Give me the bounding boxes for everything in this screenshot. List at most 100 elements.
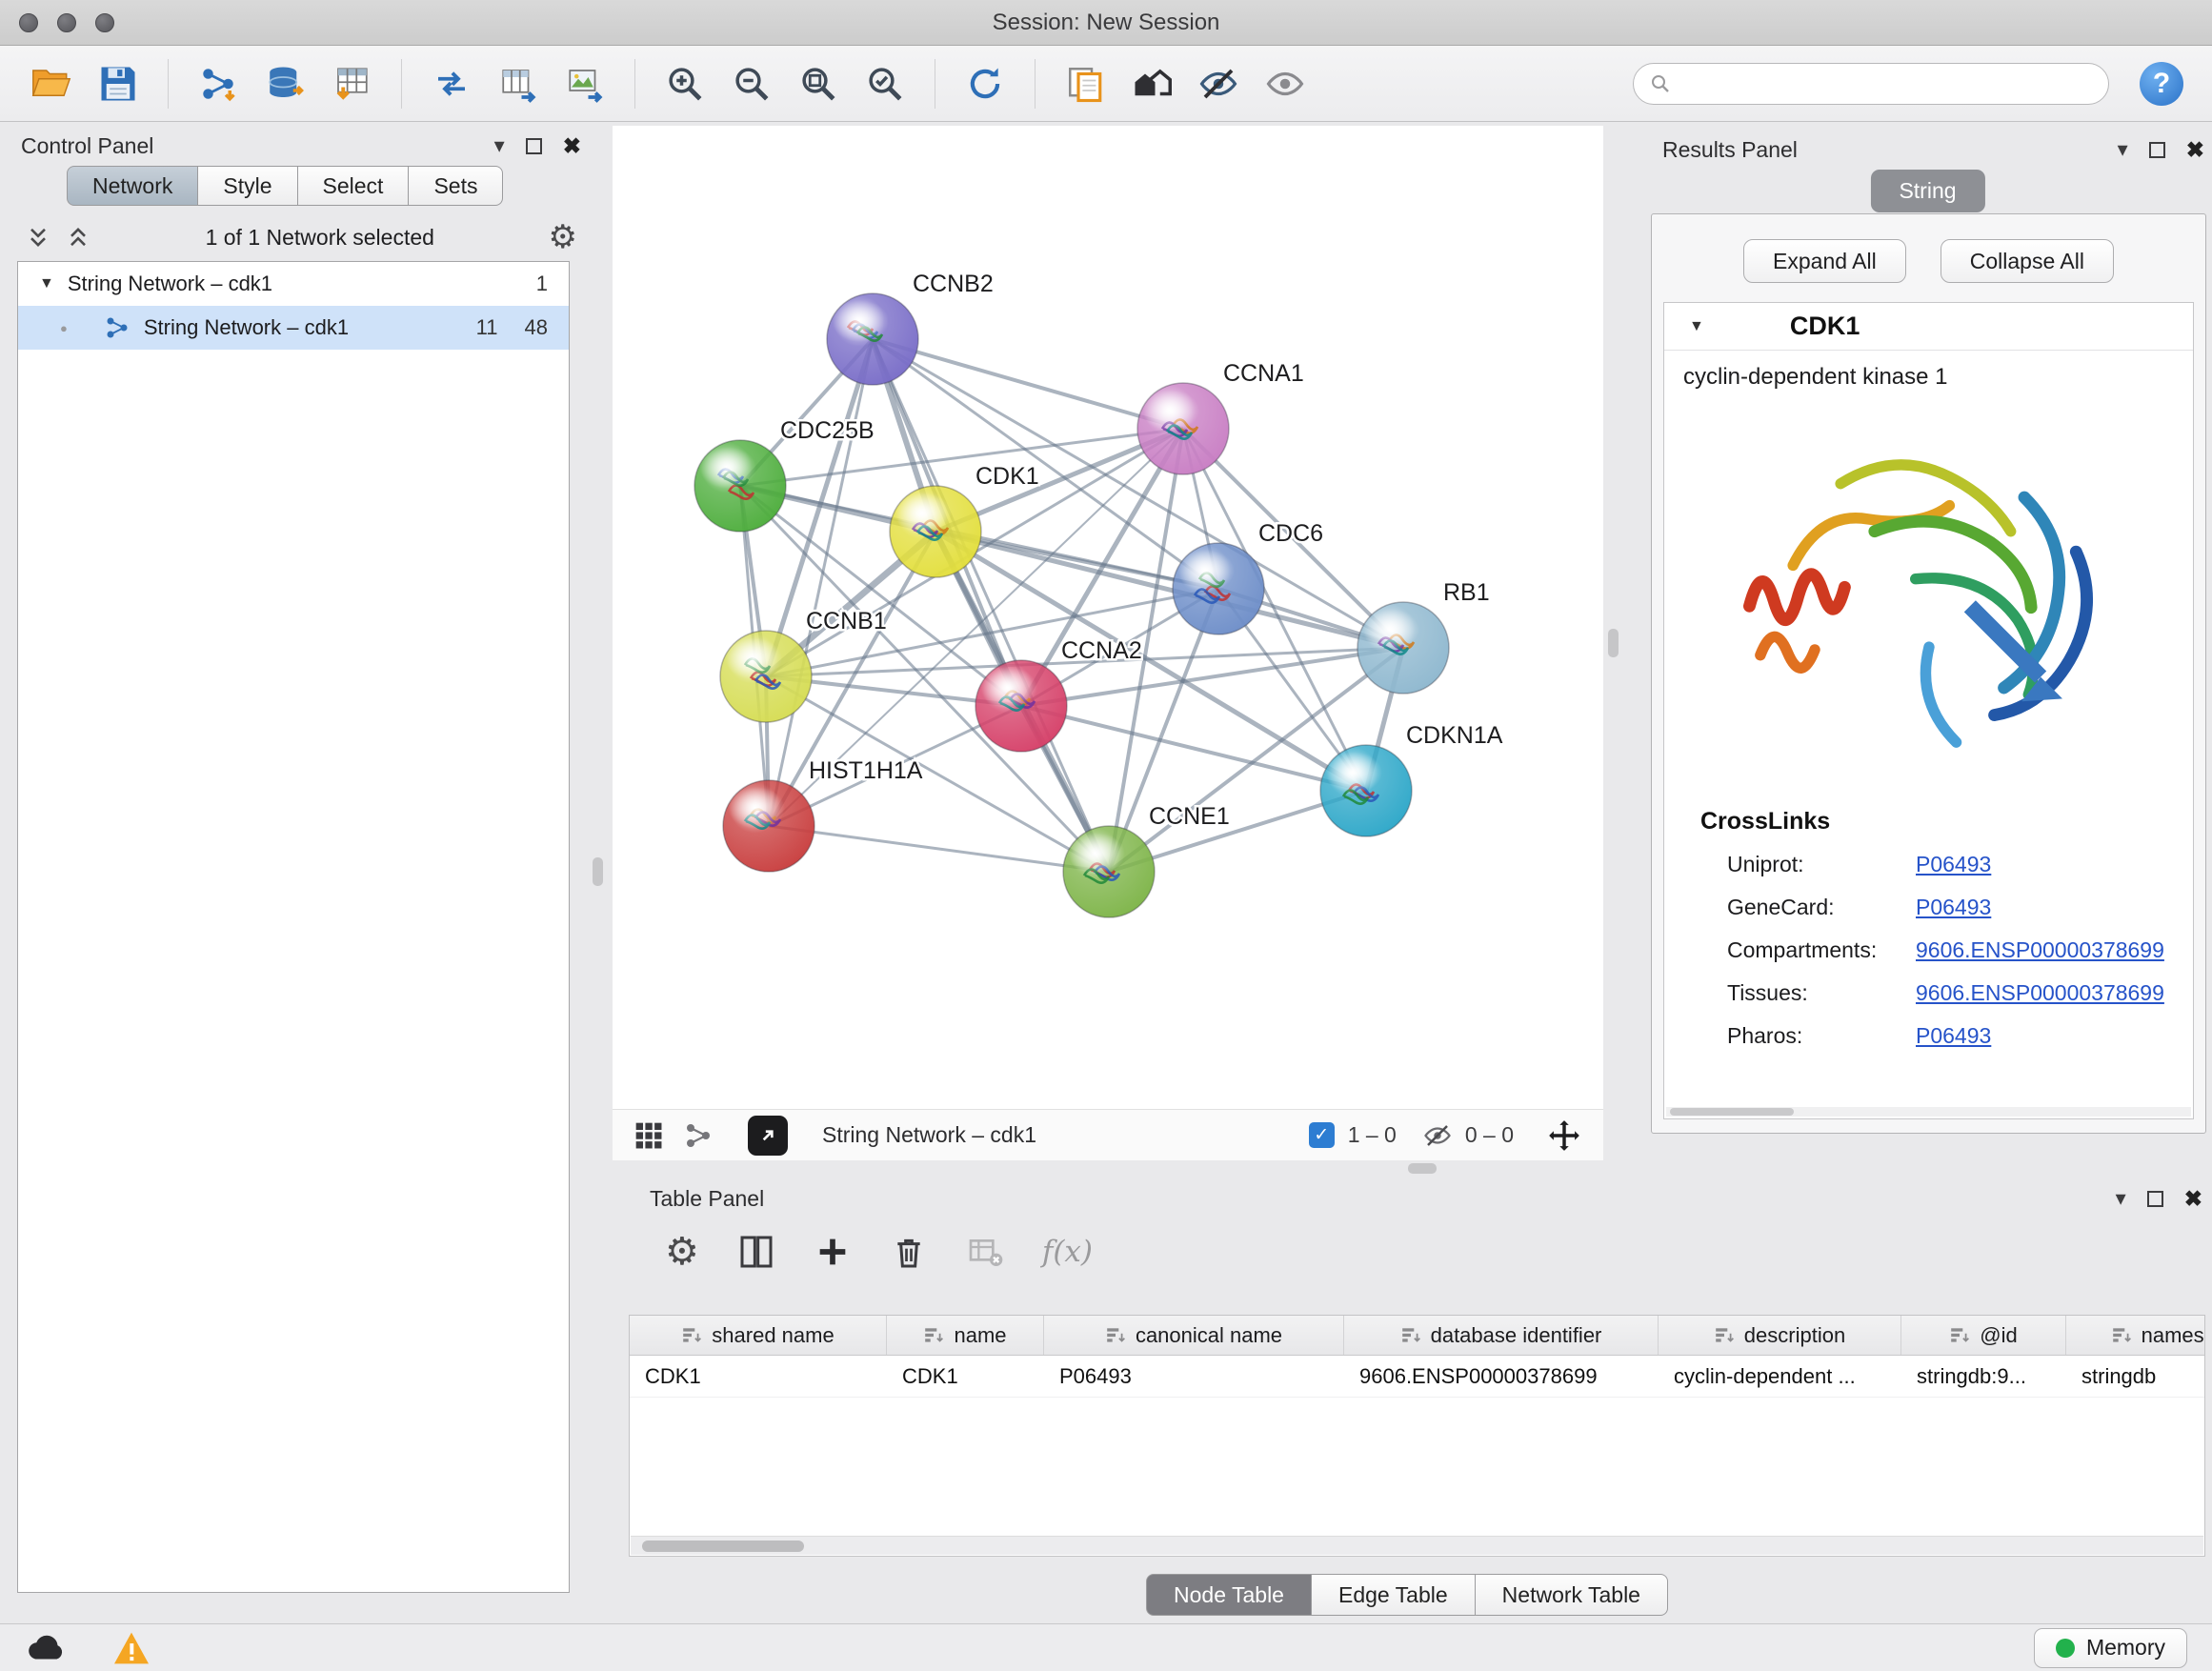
import-table-button[interactable] [325,56,378,111]
share-view-icon[interactable] [683,1120,714,1151]
import-network-database-button[interactable] [258,56,312,111]
network-edge[interactable] [769,339,873,826]
tab-select[interactable]: Select [298,166,410,206]
search-input[interactable] [1681,71,2093,96]
left-splitter-handle[interactable] [593,857,603,886]
grid-view-icon[interactable] [633,1120,664,1151]
copy-document-button[interactable] [1058,56,1112,111]
network-node-ccne1[interactable]: CCNE1 [1063,803,1230,917]
crosslink-value-link[interactable]: P06493 [1916,1023,1991,1049]
network-collection-row[interactable]: ▼ String Network – cdk1 1 [18,262,569,306]
function-builder-fx-icon[interactable]: f(x) [1042,1235,1093,1269]
home-button[interactable] [1125,56,1178,111]
open-session-button[interactable] [25,56,78,111]
help-button[interactable]: ? [2140,62,2183,106]
right-splitter-handle[interactable] [1608,629,1619,657]
column-header-shared-name[interactable]: shared name [630,1316,887,1355]
column-header-name[interactable]: name [887,1316,1044,1355]
network-node-ccna1[interactable]: CCNA1 [1137,360,1304,474]
network-edge[interactable] [769,826,1109,872]
crosslink-value-link[interactable]: P06493 [1916,895,1991,920]
cloud-icon[interactable] [25,1632,69,1664]
bottom-splitter-handle[interactable] [1408,1163,1437,1174]
table-settings-gear-icon[interactable]: ⚙ [665,1233,699,1271]
results-scrollbar[interactable] [1666,1107,2191,1117]
column-header-canonical-name[interactable]: canonical name [1044,1316,1344,1355]
save-session-button[interactable] [91,56,145,111]
tab-node-table[interactable]: Node Table [1146,1574,1312,1616]
network-node-cdc6[interactable]: CDC6 [1173,520,1323,634]
close-panel-icon[interactable]: ✖ [563,133,581,159]
collapse-panel-icon[interactable]: ▾ [494,133,505,158]
crosslink-value-link[interactable]: P06493 [1916,852,1991,877]
section-collapse-icon[interactable]: ▼ [1689,318,1704,335]
export-table-button[interactable] [492,56,545,111]
selected-checkbox-icon[interactable]: ✓ [1309,1122,1335,1148]
table-cell[interactable]: P06493 [1044,1356,1344,1397]
export-image-button[interactable] [558,56,612,111]
collapse-panel-icon[interactable]: ▾ [2116,1186,2126,1211]
import-network-file-button[interactable] [191,56,245,111]
float-panel-icon[interactable] [526,138,542,154]
detach-view-button[interactable] [748,1116,788,1156]
new-network-button[interactable] [425,56,478,111]
network-node-cdkn1a[interactable]: CDKN1A [1320,722,1503,836]
delete-column-trash-icon[interactable] [890,1233,928,1271]
tree-expand-icon[interactable]: ▼ [39,275,54,292]
collapse-all-tree-icon[interactable] [65,224,91,251]
float-panel-icon[interactable] [2147,1191,2163,1207]
table-cell[interactable]: 9606.ENSP00000378699 [1344,1356,1659,1397]
network-row[interactable]: ● String Network – cdk1 11 48 [18,306,569,350]
column-header-namespace[interactable]: namespace [2066,1316,2205,1355]
network-node-hist1h1a[interactable]: HIST1H1A [723,757,923,872]
collapse-all-button[interactable]: Collapse All [1941,239,2114,283]
network-edge[interactable] [873,339,1183,429]
search-field[interactable] [1633,63,2109,105]
network-node-cdk1[interactable]: CDK1 [890,463,1039,577]
table-cell[interactable]: cyclin-dependent ... [1659,1356,1901,1397]
tab-sets[interactable]: Sets [409,166,503,206]
column-header-database-identifier[interactable]: database identifier [1344,1316,1659,1355]
gear-icon[interactable]: ⚙ [549,221,577,253]
zoom-out-button[interactable] [725,56,778,111]
tab-network[interactable]: Network [67,166,198,206]
table-cell[interactable]: CDK1 [887,1356,1044,1397]
network-canvas[interactable]: CCNB2CCNA1CDC25BCDK1CDC6RB1CCNB1CCNA2CDK… [613,126,1603,1109]
zoom-fit-button[interactable] [792,56,845,111]
apply-layout-button[interactable] [958,56,1012,111]
warning-icon[interactable] [112,1631,151,1665]
toolbar-separator [634,59,635,109]
table-horizontal-scrollbar[interactable] [631,1536,2203,1555]
close-panel-icon[interactable]: ✖ [2184,1186,2202,1212]
float-panel-icon[interactable] [2149,142,2165,158]
tab-string[interactable]: String [1870,170,1984,212]
hide-unhide-button[interactable] [1192,56,1245,111]
network-node-cdc25b[interactable]: CDC25B [694,417,875,532]
tab-network-table[interactable]: Network Table [1476,1574,1668,1616]
expand-all-button[interactable]: Expand All [1743,239,1906,283]
fit-content-crosshair-icon[interactable] [1546,1117,1582,1154]
collapse-panel-icon[interactable]: ▾ [2118,137,2128,162]
column-header--id[interactable]: @id [1901,1316,2066,1355]
memory-button[interactable]: Memory [2034,1628,2187,1668]
table-row[interactable]: CDK1CDK1P064939606.ENSP00000378699cyclin… [630,1356,2204,1398]
table-cell[interactable]: CDK1 [630,1356,887,1397]
table-cell[interactable]: stringdb:9... [1901,1356,2066,1397]
table-cell[interactable]: stringdb [2066,1356,2205,1397]
tab-style[interactable]: Style [198,166,297,206]
column-header-description[interactable]: description [1659,1316,1901,1355]
expand-all-tree-icon[interactable] [25,224,51,251]
close-panel-icon[interactable]: ✖ [2186,137,2204,163]
network-edge[interactable] [873,339,1109,872]
show-columns-icon[interactable] [737,1233,775,1271]
crosslink-value-link[interactable]: 9606.ENSP00000378699 [1916,980,2164,1006]
crosslink-value-link[interactable]: 9606.ENSP00000378699 [1916,937,2164,963]
zoom-in-button[interactable] [658,56,712,111]
zoom-selected-button[interactable] [858,56,912,111]
hidden-eye-slash-icon[interactable] [1423,1121,1452,1150]
network-view[interactable]: CCNB2CCNA1CDC25BCDK1CDC6RB1CCNB1CCNA2CDK… [613,126,1603,1109]
show-graphics-button[interactable] [1258,56,1312,111]
network-node-rb1[interactable]: RB1 [1357,579,1490,694]
tab-edge-table[interactable]: Edge Table [1312,1574,1476,1616]
add-column-icon[interactable] [814,1233,852,1271]
